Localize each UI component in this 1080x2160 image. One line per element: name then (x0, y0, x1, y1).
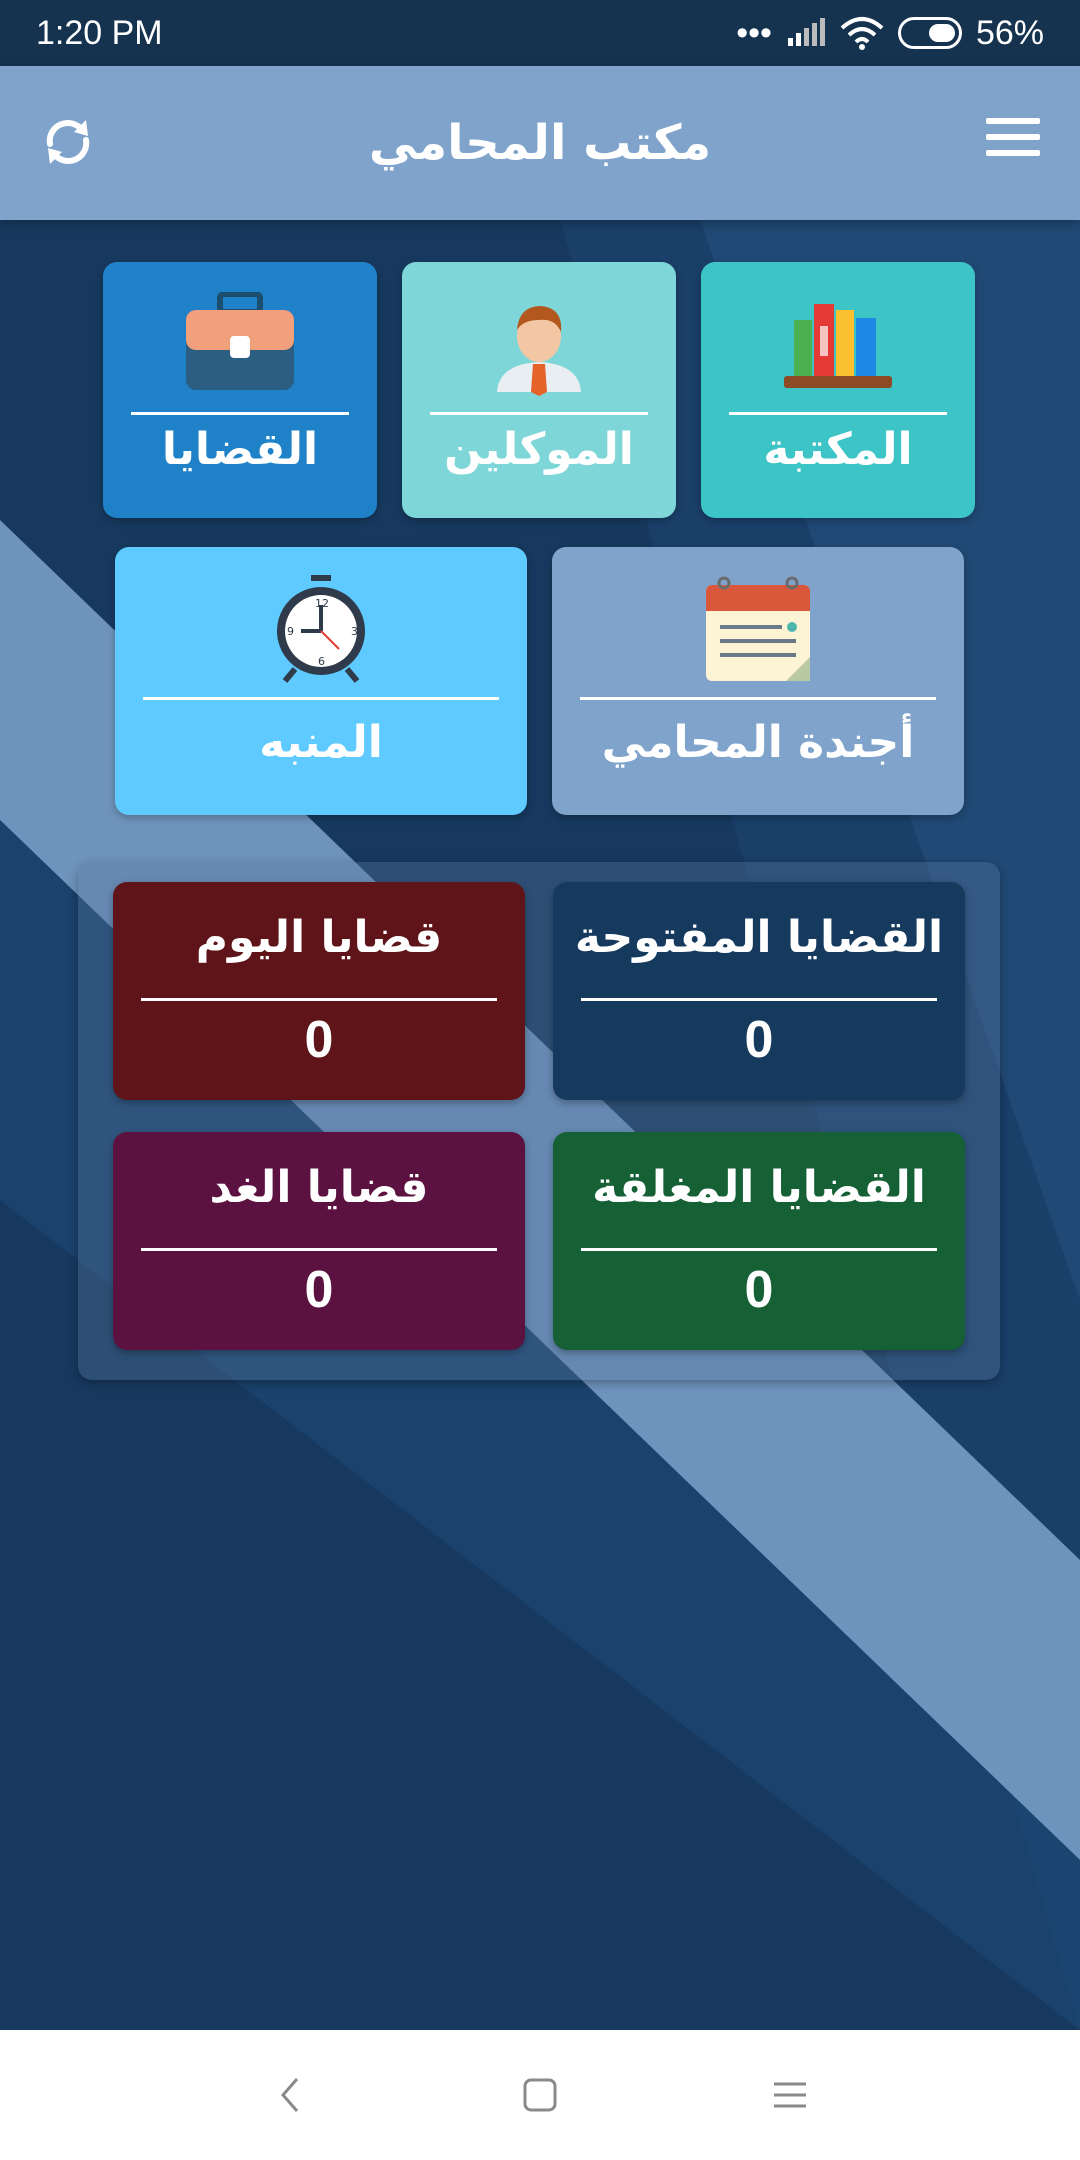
stat-today-title: قضايا اليوم (195, 912, 443, 963)
stat-card-tomorrow[interactable]: قضايا الغد 0 (113, 1132, 525, 1350)
svg-text:12: 12 (315, 597, 329, 610)
more-dots-icon: ••• (736, 13, 772, 52)
battery-percent: 56% (975, 13, 1044, 52)
books-icon (784, 304, 892, 388)
recents-button[interactable] (760, 2065, 820, 2125)
calendar-notepad-icon (706, 576, 810, 681)
tile-clients-label: الموكلين (444, 424, 634, 475)
stat-tomorrow-title: قضايا الغد (209, 1162, 429, 1213)
recents-lines-icon (774, 2082, 806, 2108)
svg-text:3: 3 (351, 625, 358, 638)
stats-panel: قضايا اليوم 0 القضايا المفتوحة 0 قضايا ا… (78, 862, 1000, 1380)
alarm-clock-icon: 12 3 6 9 (277, 575, 365, 683)
refresh-button[interactable] (36, 110, 100, 174)
stat-card-closed[interactable]: القضايا المغلقة 0 (553, 1132, 965, 1350)
wifi-icon (840, 17, 884, 50)
system-nav-bar (0, 2030, 1080, 2160)
menu-button[interactable] (986, 118, 1040, 164)
tile-library-label: المكتبة (763, 424, 913, 475)
refresh-icon (46, 120, 90, 164)
home-square-icon (523, 2078, 557, 2112)
stat-closed-value: 0 (744, 1261, 774, 1319)
tile-alarm-label: المنبه (259, 717, 383, 768)
stat-open-title: القضايا المفتوحة (574, 912, 944, 963)
status-time: 1:20 PM (36, 13, 163, 52)
stat-today-value: 0 (304, 1011, 334, 1069)
client-avatar-icon (497, 306, 581, 396)
stat-card-today[interactable]: قضايا اليوم 0 (113, 882, 525, 1100)
back-button[interactable] (260, 2065, 320, 2125)
stat-closed-title: القضايا المغلقة (592, 1162, 926, 1213)
stat-tomorrow-value: 0 (304, 1261, 334, 1319)
tile-library[interactable]: المكتبة (701, 262, 975, 518)
battery-icon (897, 17, 962, 49)
page-title: مكتب المحامي (368, 115, 712, 171)
tile-alarm[interactable]: 12 3 6 9 المنبه (115, 547, 527, 815)
tile-agenda[interactable]: أجندة المحامي (552, 547, 964, 815)
tile-cases-label: القضايا (161, 424, 319, 475)
stat-open-value: 0 (744, 1011, 774, 1069)
svg-text:6: 6 (318, 655, 325, 668)
status-bar: 1:20 PM ••• 56% (0, 0, 1080, 66)
hamburger-menu-icon (986, 118, 1040, 124)
tile-clients[interactable]: الموكلين (402, 262, 676, 518)
svg-text:9: 9 (287, 625, 294, 638)
signal-icon (787, 18, 825, 46)
tile-cases[interactable]: القضايا (103, 262, 377, 518)
tile-agenda-label: أجندة المحامي (601, 717, 915, 768)
home-button[interactable] (510, 2065, 570, 2125)
stat-card-open[interactable]: القضايا المفتوحة 0 (553, 882, 965, 1100)
status-icons: ••• 56% (736, 14, 1044, 53)
app-header: مكتب المحامي (0, 66, 1080, 220)
briefcase-icon (186, 292, 294, 390)
back-chevron-icon (281, 2078, 299, 2112)
